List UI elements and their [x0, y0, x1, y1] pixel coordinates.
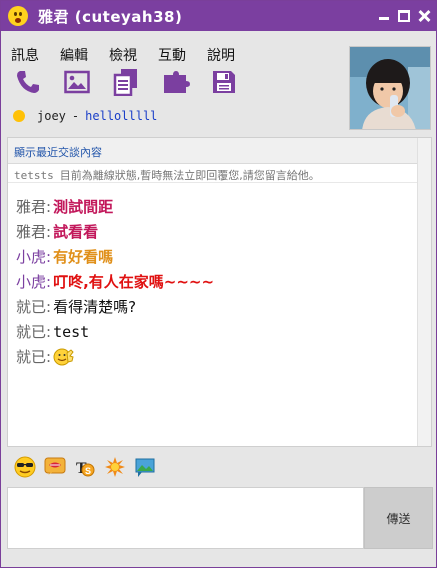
- lips-icon[interactable]: [44, 456, 66, 478]
- message-sender: 雅君: [16, 223, 47, 241]
- photo-icon[interactable]: [64, 68, 113, 96]
- message-sender: 就已: [16, 298, 47, 316]
- sender-colon: :: [46, 197, 52, 216]
- emoticon-bar: TS: [14, 456, 156, 478]
- waving-smiley-icon: [53, 347, 75, 367]
- toolbar: [15, 68, 260, 96]
- chat-message: 雅君: 測試間距: [16, 194, 214, 219]
- message-text: 測試間距: [53, 198, 114, 216]
- chat-message: 小虎: 有好看嗎: [16, 244, 214, 269]
- close-icon[interactable]: [418, 10, 430, 22]
- presence-dot-icon: [13, 110, 25, 122]
- menu-help[interactable]: 說明: [207, 45, 256, 65]
- chat-scrollbar[interactable]: [417, 138, 431, 446]
- message-text: 叮咚,有人在家嗎~~~~: [53, 273, 215, 291]
- message-sender: 雅君: [16, 198, 47, 216]
- status-emoji-icon: [8, 6, 28, 26]
- minimize-icon[interactable]: [378, 10, 390, 22]
- title-bar[interactable]: 雅君 (cuteyah38): [1, 1, 436, 31]
- text-style-icon[interactable]: TS: [74, 456, 96, 478]
- message-sender: 小虎: [16, 248, 47, 266]
- message-text: 看得清楚嗎?: [53, 298, 137, 316]
- sunglasses-icon[interactable]: [14, 456, 36, 478]
- chat-message: 就已: 看得清楚嗎?: [16, 294, 214, 319]
- show-recent-link[interactable]: 顯示最近交談內容: [8, 138, 418, 164]
- my-display-name[interactable]: joey: [37, 109, 66, 123]
- contact-avatar: [349, 46, 431, 130]
- documents-icon[interactable]: [113, 68, 162, 96]
- send-button[interactable]: 傳送: [364, 487, 433, 549]
- offline-text: 目前為離線狀態,暫時無法立即回覆您,請您留言給他。: [59, 169, 320, 182]
- status-separator: -: [71, 109, 80, 123]
- offline-user-id: tetsts: [14, 169, 54, 182]
- sender-colon: :: [46, 222, 52, 241]
- phone-icon[interactable]: [15, 68, 64, 96]
- message-list: 雅君: 測試間距 雅君: 試看看 小虎: 有好看嗎 小虎: 叮咚,有人在家嗎~~~~ 就已: 看得…: [16, 194, 214, 369]
- nudge-icon[interactable]: [104, 456, 126, 478]
- menu-interact[interactable]: 互動: [158, 45, 207, 65]
- window-title: 雅君 (cuteyah38): [38, 7, 183, 26]
- chat-message: 就已: test: [16, 319, 214, 344]
- plugin-icon[interactable]: [162, 68, 211, 96]
- chat-window: 雅君 (cuteyah38) 訊息 編輯 檢視 互動 說明 joey - hel…: [0, 0, 437, 568]
- menu-bar: 訊息 編輯 檢視 互動 說明: [11, 45, 256, 65]
- sender-colon: :: [46, 322, 52, 341]
- message-sender: 小虎: [16, 273, 47, 291]
- message-input[interactable]: [7, 487, 364, 549]
- chat-message: 就已:: [16, 344, 214, 369]
- message-sender: 就已: [16, 348, 47, 366]
- message-text: test: [53, 322, 90, 341]
- save-icon[interactable]: [211, 68, 260, 96]
- sender-colon: :: [46, 247, 52, 266]
- chat-message: 小虎: 叮咚,有人在家嗎~~~~: [16, 269, 214, 294]
- chat-history[interactable]: 顯示最近交談內容 tetsts 目前為離線狀態,暫時無法立即回覆您,請您留言給他。…: [7, 137, 432, 447]
- message-sender: 就已: [16, 323, 47, 341]
- sender-colon: :: [46, 297, 52, 316]
- offline-notice: tetsts 目前為離線狀態,暫時無法立即回覆您,請您留言給他。: [8, 165, 418, 183]
- menu-message[interactable]: 訊息: [11, 45, 60, 65]
- menu-view[interactable]: 檢視: [109, 45, 158, 65]
- image-share-icon[interactable]: [134, 456, 156, 478]
- message-text: 試看看: [53, 223, 99, 241]
- contact-status: joey - hellolllll: [13, 109, 157, 123]
- status-message[interactable]: hellolllll: [85, 109, 157, 123]
- menu-edit[interactable]: 編輯: [60, 45, 109, 65]
- chat-message: 雅君: 試看看: [16, 219, 214, 244]
- sender-colon: :: [46, 272, 52, 291]
- maximize-icon[interactable]: [398, 10, 410, 22]
- sender-colon: :: [46, 347, 52, 366]
- message-text: 有好看嗎: [53, 248, 114, 266]
- svg-text:S: S: [85, 466, 91, 476]
- window-controls: [378, 1, 430, 31]
